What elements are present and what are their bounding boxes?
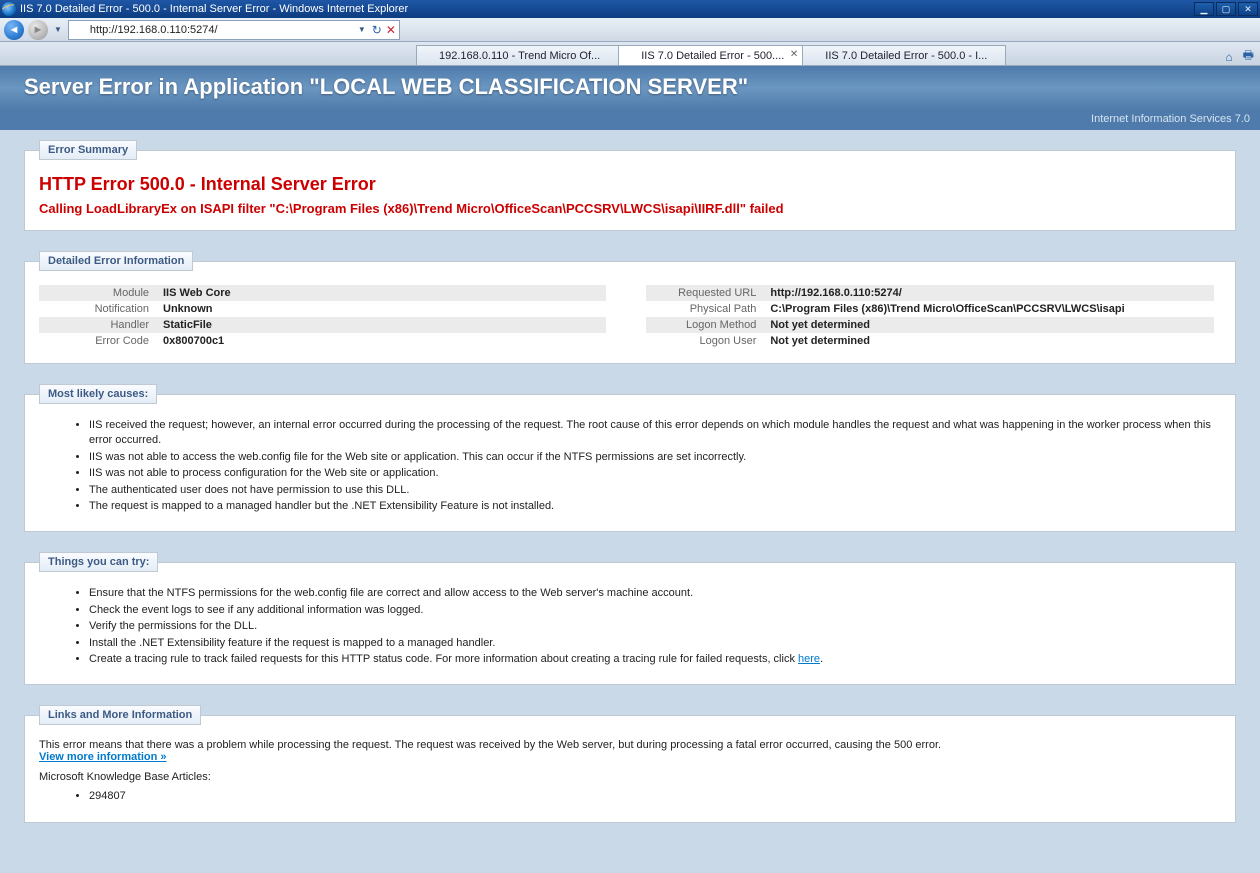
try-last-suffix: . [820, 653, 823, 665]
detail-val: 0x800700c1 [159, 333, 606, 349]
detail-table-right: Requested URLhttp://192.168.0.110:5274/ … [646, 285, 1213, 349]
likely-causes-list: IIS received the request; however, an in… [89, 418, 1221, 515]
tab-label: IIS 7.0 Detailed Error - 500.... [641, 50, 784, 62]
detail-key: Notification [39, 301, 159, 317]
window-title: IIS 7.0 Detailed Error - 500.0 - Interna… [20, 3, 408, 15]
iis-version-bar: Internet Information Services 7.0 [0, 110, 1260, 130]
list-item: Verify the permissions for the DLL. [89, 619, 1221, 635]
history-dropdown-icon[interactable]: ▼ [52, 25, 64, 34]
browser-tabbar: 192.168.0.110 - Trend Micro Of... IIS 7.… [0, 42, 1260, 66]
detail-key: Logon User [646, 333, 766, 349]
detail-val: Not yet determined [766, 333, 1213, 349]
table-row: Error Code0x800700c1 [39, 333, 606, 349]
links-paragraph: This error means that there was a proble… [39, 739, 941, 751]
tab-iis-error-2[interactable]: IIS 7.0 Detailed Error - 500.0 - I... [802, 45, 1006, 65]
detail-key: Module [39, 285, 159, 301]
detail-key: Requested URL [646, 285, 766, 301]
page-icon [72, 23, 86, 37]
tab-favicon [809, 50, 821, 62]
tracing-help-link[interactable]: here [798, 653, 820, 665]
tab-favicon [423, 50, 435, 62]
kb-articles-heading: Microsoft Knowledge Base Articles: [39, 771, 1221, 783]
list-item: The authenticated user does not have per… [89, 483, 1221, 499]
table-row: Logon UserNot yet determined [646, 333, 1213, 349]
maximize-button[interactable]: ▢ [1216, 2, 1236, 16]
detailed-error-box: Detailed Error Information ModuleIIS Web… [24, 251, 1236, 364]
table-row: Physical PathC:\Program Files (x86)\Tren… [646, 301, 1213, 317]
tab-close-icon[interactable]: ✕ [790, 49, 798, 60]
likely-causes-box: Most likely causes: IIS received the req… [24, 384, 1236, 532]
address-bar[interactable]: ▼ ↻ ✕ [68, 20, 400, 40]
refresh-icon[interactable]: ↻ [372, 23, 382, 37]
table-row: NotificationUnknown [39, 301, 606, 317]
things-to-try-box: Things you can try: Ensure that the NTFS… [24, 552, 1236, 685]
detail-key: Handler [39, 317, 159, 333]
detail-val: IIS Web Core [159, 285, 606, 301]
http-error-title: HTTP Error 500.0 - Internal Server Error [39, 174, 1221, 195]
detail-val: Not yet determined [766, 317, 1213, 333]
table-row: HandlerStaticFile [39, 317, 606, 333]
list-item: IIS received the request; however, an in… [89, 418, 1221, 450]
links-more-info-box: Links and More Information This error me… [24, 705, 1236, 822]
window-titlebar: IIS 7.0 Detailed Error - 500.0 - Interna… [0, 0, 1260, 18]
detailed-error-legend: Detailed Error Information [39, 251, 193, 271]
tab-label: 192.168.0.110 - Trend Micro Of... [439, 50, 600, 62]
tab-favicon [625, 50, 637, 62]
detail-key: Logon Method [646, 317, 766, 333]
list-item: Check the event logs to see if any addit… [89, 603, 1221, 619]
http-error-subtitle: Calling LoadLibraryEx on ISAPI filter "C… [39, 201, 1221, 216]
error-summary-legend: Error Summary [39, 140, 137, 160]
print-icon[interactable]: 🖶 [1243, 46, 1254, 67]
detail-key: Error Code [39, 333, 159, 349]
address-dropdown-icon[interactable]: ▼ [356, 25, 368, 34]
forward-button[interactable]: ► [28, 20, 48, 40]
list-item: IIS was not able to access the web.confi… [89, 450, 1221, 466]
tab-label: IIS 7.0 Detailed Error - 500.0 - I... [825, 50, 987, 62]
things-to-try-legend: Things you can try: [39, 552, 158, 572]
list-item: 294807 [89, 789, 1221, 805]
minimize-button[interactable]: ▁ [1194, 2, 1214, 16]
detail-val: StaticFile [159, 317, 606, 333]
detail-val: C:\Program Files (x86)\Trend Micro\Offic… [766, 301, 1213, 317]
page-body: Server Error in Application "LOCAL WEB C… [0, 66, 1260, 873]
close-window-button[interactable]: ✕ [1238, 2, 1258, 16]
tab-trend-micro[interactable]: 192.168.0.110 - Trend Micro Of... [416, 45, 619, 65]
list-item: The request is mapped to a managed handl… [89, 499, 1221, 515]
server-error-banner: Server Error in Application "LOCAL WEB C… [0, 66, 1260, 110]
tab-iis-error-active[interactable]: IIS 7.0 Detailed Error - 500.... ✕ [618, 45, 803, 65]
browser-navbar: ◄ ► ▼ ▼ ↻ ✕ [0, 18, 1260, 42]
detail-key: Physical Path [646, 301, 766, 317]
view-more-info-link[interactable]: View more information » [39, 751, 167, 763]
back-button[interactable]: ◄ [4, 20, 24, 40]
home-icon[interactable]: ⌂ [1225, 50, 1232, 64]
list-item: Ensure that the NTFS permissions for the… [89, 586, 1221, 602]
links-more-info-legend: Links and More Information [39, 705, 201, 725]
url-input[interactable] [90, 22, 352, 38]
table-row: ModuleIIS Web Core [39, 285, 606, 301]
detail-val: http://192.168.0.110:5274/ [766, 285, 1213, 301]
kb-articles-list: 294807 [89, 789, 1221, 805]
detail-table-left: ModuleIIS Web Core NotificationUnknown H… [39, 285, 606, 349]
table-row: Logon MethodNot yet determined [646, 317, 1213, 333]
things-to-try-list: Ensure that the NTFS permissions for the… [89, 586, 1221, 668]
list-item: Create a tracing rule to track failed re… [89, 652, 1221, 668]
try-last-prefix: Create a tracing rule to track failed re… [89, 653, 798, 665]
detail-val: Unknown [159, 301, 606, 317]
list-item: IIS was not able to process configuratio… [89, 466, 1221, 482]
list-item: Install the .NET Extensibility feature i… [89, 636, 1221, 652]
error-summary-box: Error Summary HTTP Error 500.0 - Interna… [24, 140, 1236, 231]
likely-causes-legend: Most likely causes: [39, 384, 157, 404]
stop-icon[interactable]: ✕ [386, 23, 396, 37]
table-row: Requested URLhttp://192.168.0.110:5274/ [646, 285, 1213, 301]
ie-icon [2, 2, 16, 16]
